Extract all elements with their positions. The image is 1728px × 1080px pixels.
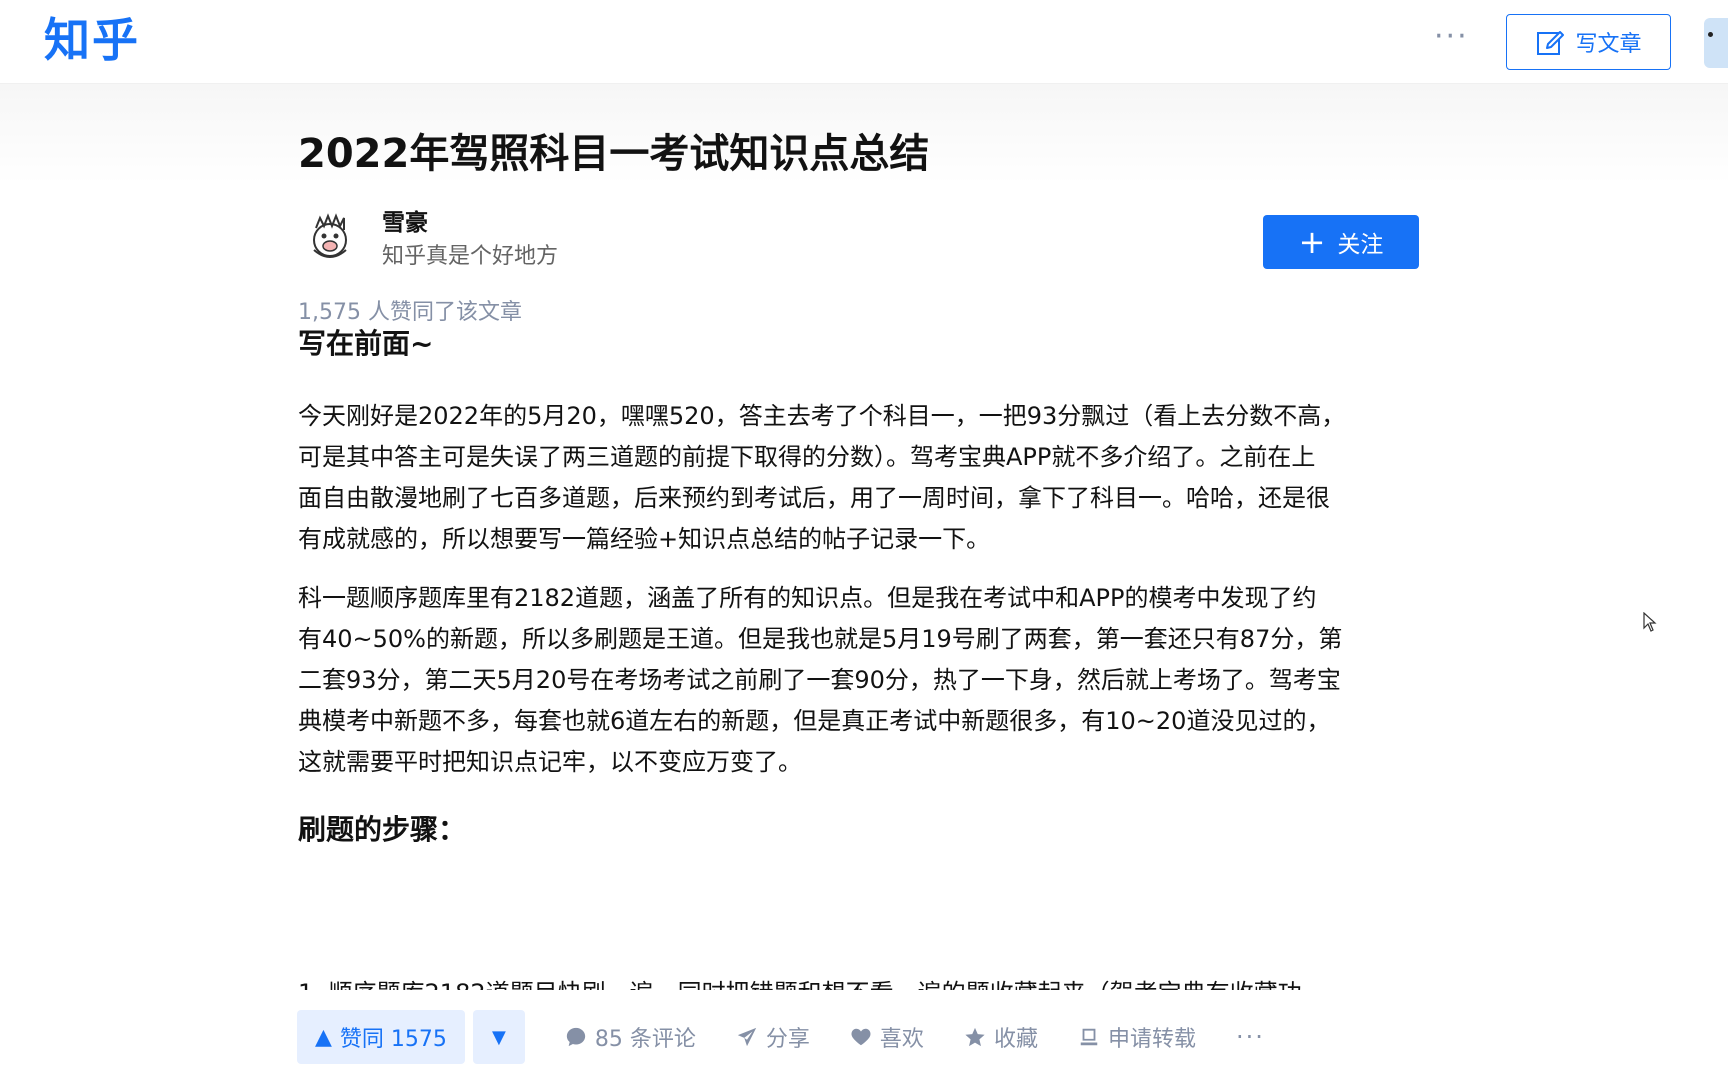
like-label: 喜欢 (879, 1027, 924, 1052)
follow-button[interactable]: + 关注 (1263, 215, 1419, 269)
like-button[interactable]: 喜欢 (850, 1021, 924, 1053)
paragraph-2: 科一题顺序题库里有2182道题，涵盖了所有的知识点。但是我在考试中和APP的模考… (298, 578, 1428, 783)
paragraph-line: 有成就感的，所以想要写一篇经验+知识点总结的帖子记录一下。 (298, 525, 991, 553)
section-heading: 写在前面~ (298, 327, 434, 360)
write-article-label: 写文章 (1575, 32, 1642, 57)
paragraph-line: 典模考中新题不多，每套也就6道左右的新题，但是真正考试中新题很多，有10~20道… (298, 707, 1331, 735)
paragraph-line: 这就需要平时把知识点记牢，以不变应万变了。 (298, 748, 802, 776)
plus-icon: + (1298, 223, 1326, 261)
triangle-down-icon: ▼ (491, 1026, 506, 1048)
comments-button[interactable]: 85 条评论 (565, 1021, 696, 1053)
paragraph-line: 面自由散漫地刷了七百多道题，后来预约到考试后，用了一周时间，拿下了科目一。哈哈，… (298, 484, 1330, 512)
share-label: 分享 (765, 1027, 810, 1052)
vote-up-label: 赞同 1575 (339, 1027, 447, 1052)
paragraph-1: 今天刚好是2022年的5月20，嘿嘿520，答主去考了个科目一，一把93分飘过（… (298, 396, 1428, 560)
paper-plane-icon (737, 1027, 757, 1047)
comment-icon (566, 1027, 586, 1047)
top-header: 知乎 ··· 写文章 (0, 0, 1728, 84)
repost-label: 申请转载 (1107, 1027, 1196, 1052)
paragraph-line: 今天刚好是2022年的5月20，嘿嘿520，答主去考了个科目一，一把93分飘过（… (298, 402, 1346, 430)
paragraph-line: 有40~50%的新题，所以多刷题是王道。但是我也就是5月19号刷了两套，第一套还… (298, 625, 1343, 653)
vote-down-button[interactable]: ▼ (472, 1010, 525, 1064)
heart-icon (851, 1028, 871, 1046)
section-heading: 刷题的步骤： (298, 813, 467, 846)
vote-up-button[interactable]: ▲ 赞同 1575 (297, 1010, 465, 1064)
write-article-button[interactable]: 写文章 (1506, 14, 1671, 70)
favorite-button[interactable]: 收藏 (964, 1021, 1038, 1053)
document-icon (1080, 1028, 1098, 1046)
author-bio: 知乎真是个好地方 (382, 244, 559, 269)
repost-button[interactable]: 申请转载 (1078, 1021, 1196, 1053)
user-avatar[interactable] (1704, 18, 1728, 68)
favorite-label: 收藏 (993, 1027, 1038, 1052)
paragraph-line: 可是其中答主可是失误了两三道题的前提下取得的分数）。驾考宝典APP就不多介绍了。… (298, 443, 1316, 471)
zhihu-logo[interactable]: 知乎 (44, 10, 140, 70)
triangle-up-icon: ▲ (315, 1024, 332, 1050)
follow-label: 关注 (1337, 232, 1384, 258)
author-avatar[interactable] (302, 208, 358, 264)
paragraph-line: 二套93分，第二天5月20号在考场考试之前刷了一套90分，热了一下身，然后就上考… (298, 666, 1341, 694)
edit-icon (1537, 31, 1565, 55)
more-actions-button[interactable]: ··· (1236, 1023, 1265, 1051)
author-name[interactable]: 雪豪 (382, 208, 428, 238)
header-more-button[interactable]: ··· (1434, 22, 1469, 52)
article-title: 2022年驾照科目一考试知识点总结 (298, 131, 930, 177)
action-row: ▲ 赞同 1575 ▼ 85 条评论 分享 喜欢 收藏 申请转载 ··· (297, 1010, 1265, 1064)
mouse-cursor-icon (1643, 612, 1657, 632)
paragraph-line: 科一题顺序题库里有2182道题，涵盖了所有的知识点。但是我在考试中和APP的模考… (298, 584, 1317, 612)
star-icon (965, 1027, 985, 1047)
share-button[interactable]: 分享 (736, 1021, 810, 1053)
comments-label: 85 条评论 (594, 1027, 696, 1052)
